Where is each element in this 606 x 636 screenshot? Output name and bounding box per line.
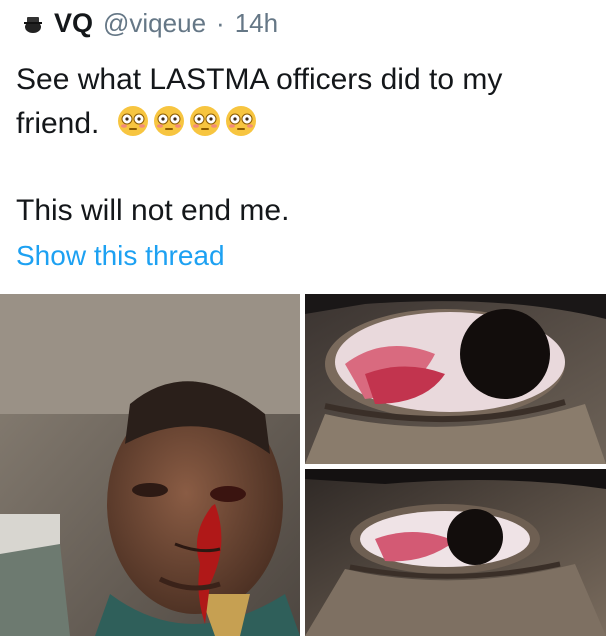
emoji-group [116, 104, 258, 138]
separator-dot: · [216, 7, 225, 38]
display-name[interactable]: VQ [54, 8, 93, 39]
show-thread-link[interactable]: Show this thread [16, 240, 225, 272]
timestamp[interactable]: 14h [235, 8, 278, 39]
tweet-text-line-3: This will not end me. [16, 194, 290, 227]
user-handle[interactable]: @viqeue [103, 8, 206, 39]
flushed-face-emoji [153, 106, 184, 136]
media-grid [0, 294, 606, 636]
flushed-face-emoji [189, 106, 220, 136]
tweet-text-line-1: See what LASTMA officers did to my [16, 63, 503, 96]
tweet-body: See what LASTMA officers did to my frien… [16, 58, 596, 146]
tweet-text-line-2-wrap: friend. [16, 102, 596, 146]
flushed-face-emoji [117, 106, 148, 136]
flushed-face-emoji [225, 106, 256, 136]
tweet-header: VQ @viqeue · 14h [22, 6, 278, 40]
photo-injured-face[interactable] [0, 294, 300, 636]
photo-eye-closeup-bottom[interactable] [305, 469, 606, 636]
avatar[interactable] [22, 12, 44, 34]
tweet-text-line-2: friend. [16, 107, 100, 140]
photo-eye-closeup-top[interactable] [305, 294, 606, 464]
